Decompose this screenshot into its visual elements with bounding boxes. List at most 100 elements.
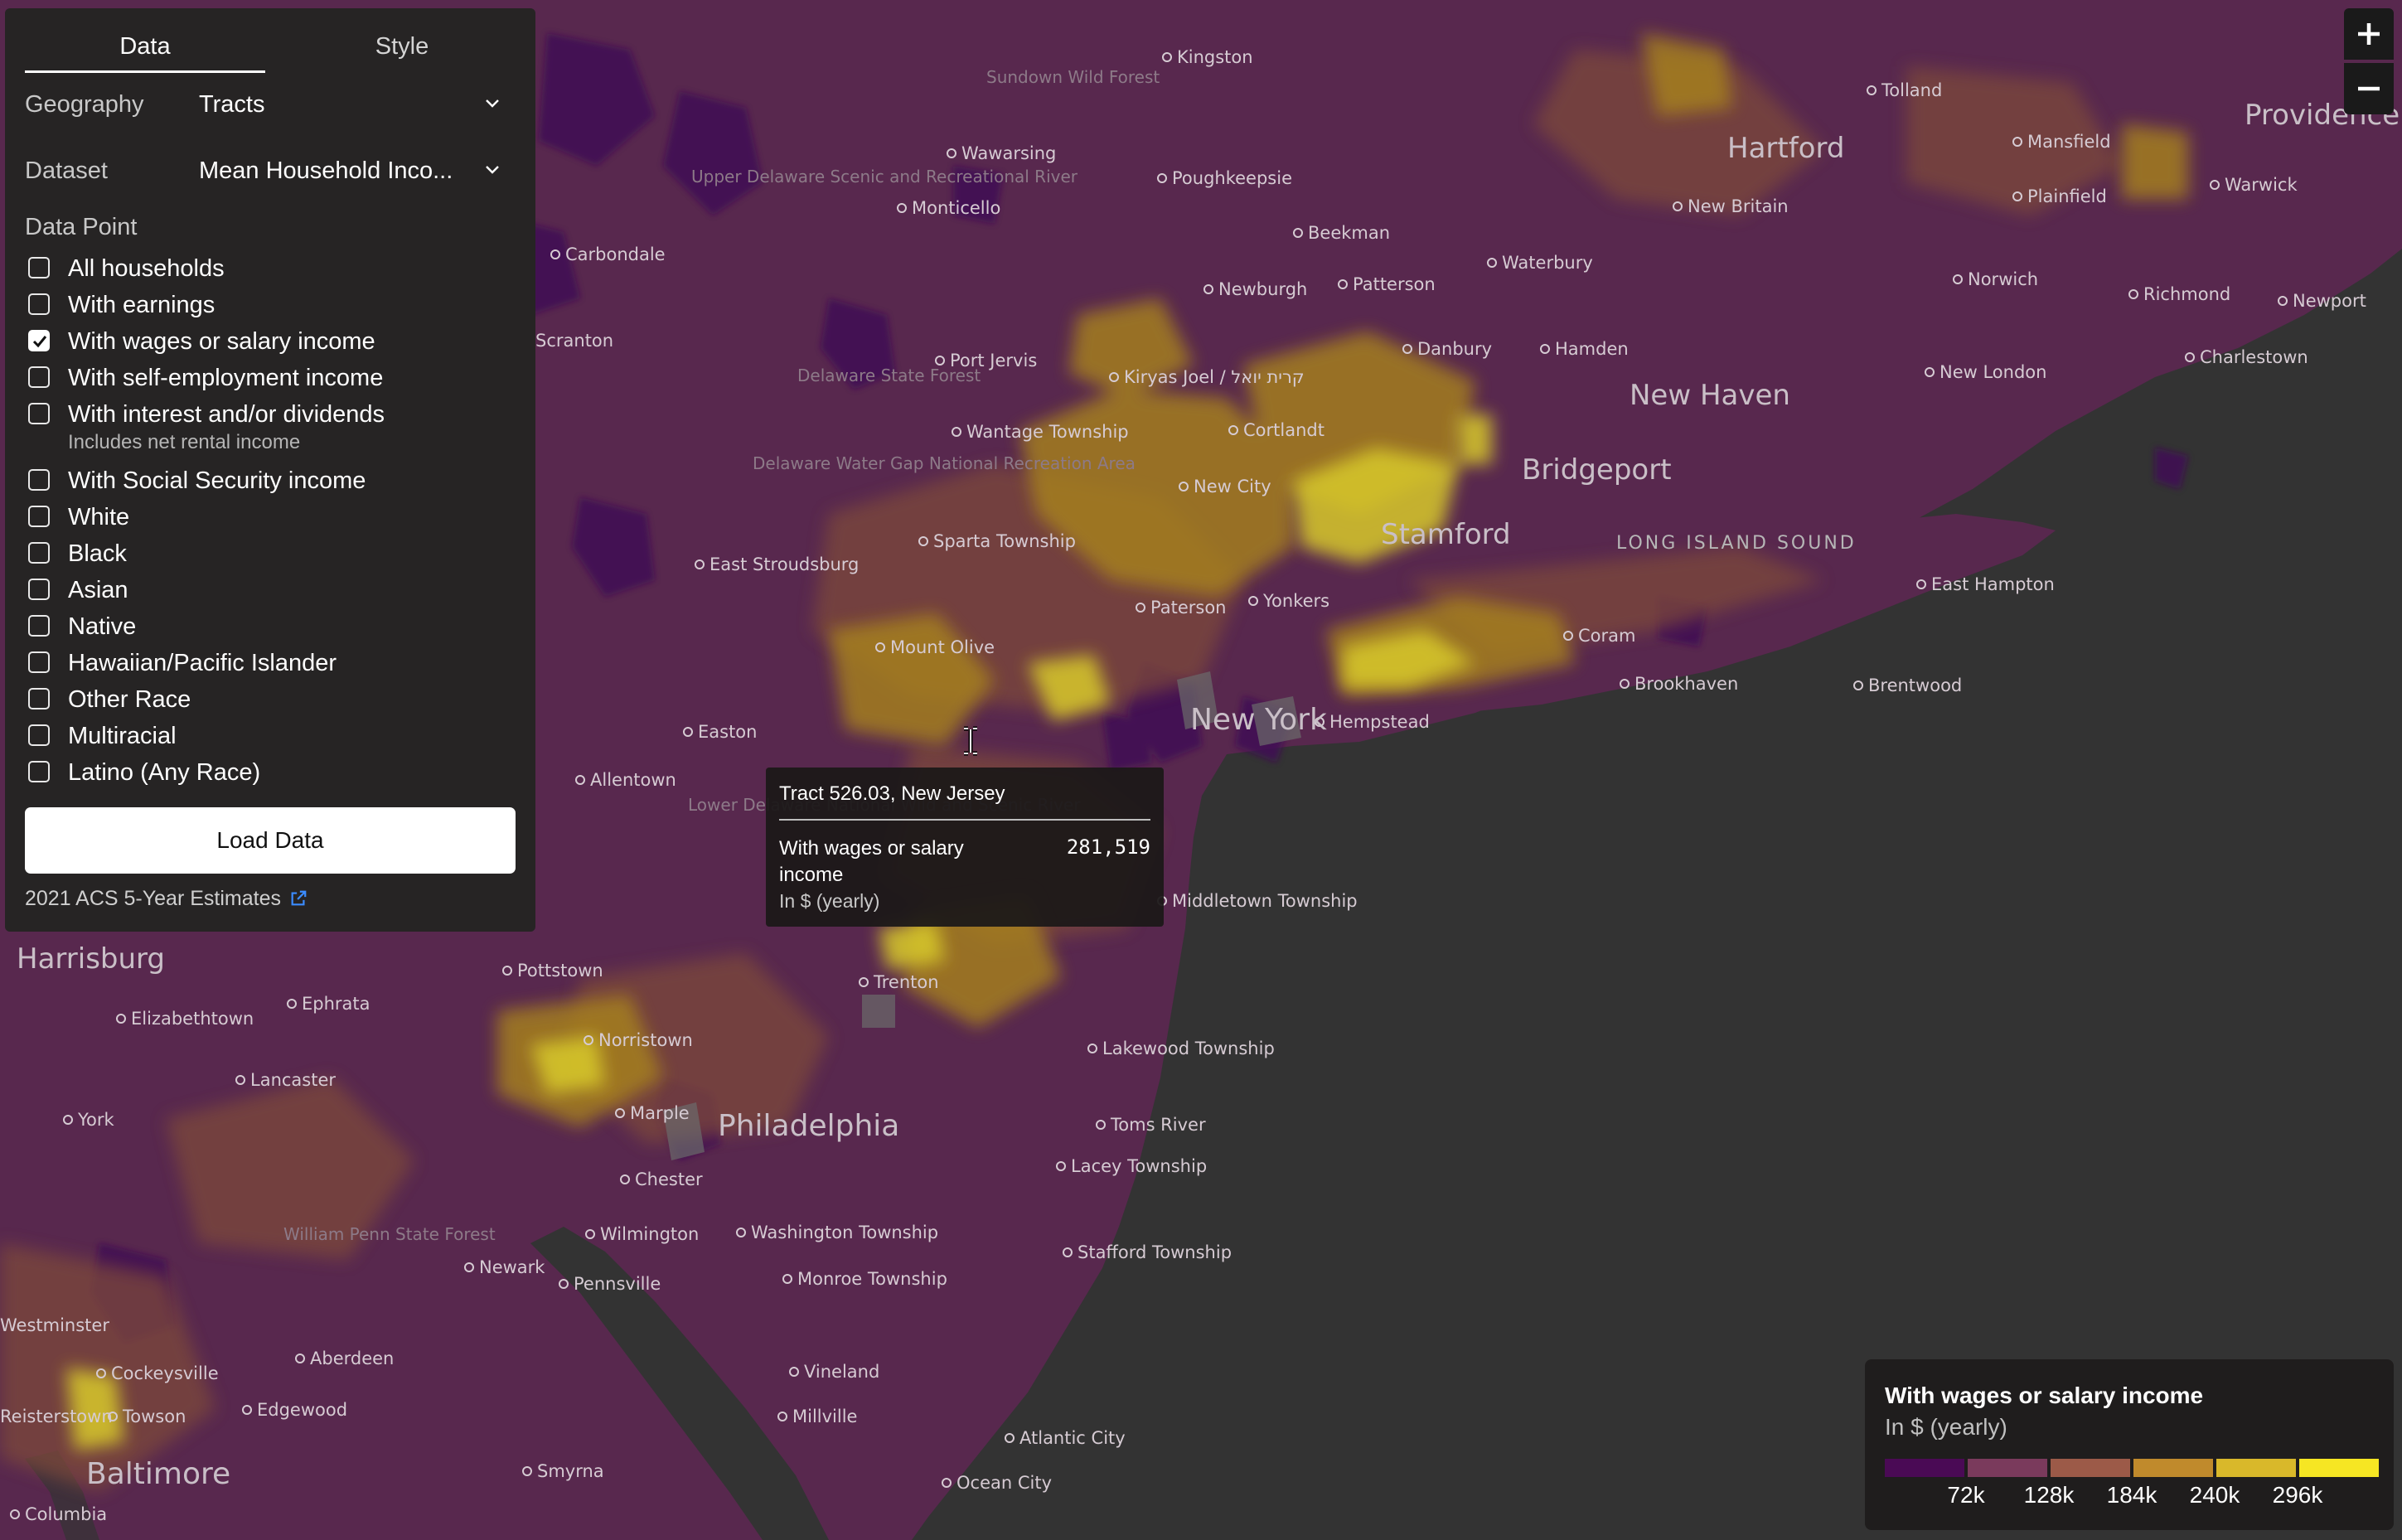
place-label: Pennsville [574, 1274, 661, 1294]
data-point-option-label: White [68, 504, 130, 530]
place-marker [1005, 1433, 1015, 1443]
place-label: Warwick [2225, 175, 2298, 195]
data-point-option-note: Includes net rental income [68, 431, 301, 453]
place-label: Lacey Township [1071, 1156, 1207, 1176]
place-label: Cortlandt [1243, 420, 1324, 440]
data-point-option[interactable]: Hawaiian/Pacific Islander [25, 648, 522, 681]
place-label: Yonkers [1262, 591, 1329, 611]
checkbox[interactable] [28, 366, 50, 388]
tab-data[interactable]: Data [25, 20, 265, 73]
data-point-option[interactable]: Multiracial [25, 721, 522, 754]
place-label: New Britain [1688, 196, 1789, 216]
checkbox[interactable] [28, 542, 50, 564]
data-point-option[interactable]: Other Race [25, 685, 522, 718]
place-label: Kingston [1177, 47, 1253, 67]
place-label: Chester [635, 1170, 703, 1189]
place-label: Richmond [2143, 284, 2230, 304]
tab-style[interactable]: Style [282, 20, 522, 73]
place-label: Sundown Wild Forest [986, 67, 1160, 87]
external-link-icon [291, 890, 307, 906]
checkbox[interactable] [28, 469, 50, 491]
zoom-out-button[interactable] [2344, 63, 2394, 114]
data-point-option[interactable]: With wages or salary income [25, 327, 522, 360]
checkbox[interactable] [28, 724, 50, 746]
tooltip-label: With wages or salary income [779, 837, 964, 886]
place-label: Newport [2293, 291, 2366, 311]
place-label: Patterson [1353, 274, 1436, 294]
checkbox[interactable] [28, 293, 50, 315]
chevron-down-icon [486, 166, 499, 174]
checkbox[interactable] [28, 761, 50, 782]
place-label: Carbondale [565, 245, 666, 264]
legend-tick: 296k [2272, 1482, 2323, 1508]
checkbox-checked[interactable] [28, 330, 50, 351]
checkbox[interactable] [28, 257, 50, 278]
place-label: Wilmington [600, 1224, 699, 1244]
checkbox[interactable] [28, 615, 50, 637]
data-point-option[interactable]: All households [25, 254, 522, 287]
checkbox[interactable] [28, 651, 50, 673]
place-label: Poughkeepsie [1172, 168, 1292, 188]
data-point-option[interactable]: With Social Security income [25, 466, 522, 499]
geography-label: Geography [25, 91, 144, 118]
place-label: Charlestown [2200, 347, 2308, 367]
checkbox[interactable] [28, 506, 50, 527]
data-point-option[interactable]: With earnings [25, 290, 522, 323]
place-label: Kiryas Joel / קרית יואל [1124, 367, 1305, 387]
data-point-option[interactable]: With interest and/or dividends [25, 400, 522, 433]
place-label: Delaware Water Gap National Recreation A… [753, 453, 1136, 473]
place-label: Monroe Township [797, 1269, 947, 1289]
tooltip-value: 281,519 [1066, 835, 1150, 859]
source-link[interactable]: 2021 ACS 5-Year Estimates [25, 887, 308, 911]
data-point-option[interactable]: Native [25, 612, 522, 645]
place-label: Sparta Township [933, 531, 1076, 551]
place-label: Elizabethtown [131, 1009, 254, 1029]
place-label: Millville [792, 1407, 857, 1426]
data-point-option-label: With wages or salary income [68, 328, 375, 355]
legend-tick: 240k [2189, 1482, 2240, 1508]
dataset-select[interactable]: Mean Household Inco... [199, 151, 507, 192]
place-label: William Penn State Forest [283, 1224, 496, 1244]
place-label: East Hampton [1931, 574, 2055, 594]
place-label: Easton [698, 722, 757, 742]
place-label: Newark [479, 1257, 545, 1277]
place-label: Edgewood [257, 1400, 347, 1420]
plus-icon [2358, 23, 2380, 45]
checkbox[interactable] [28, 579, 50, 600]
dataset-value: Mean Household Inco... [199, 157, 453, 184]
place-label: Cockeysville [111, 1363, 219, 1383]
place-label: Bridgeport [1522, 453, 1672, 487]
data-point-option[interactable]: Latino (Any Race) [25, 758, 522, 791]
zoom-in-button[interactable] [2344, 8, 2394, 60]
dataset-label: Dataset [25, 157, 108, 184]
data-point-option-label: Multiracial [68, 723, 177, 749]
chevron-down-icon [486, 99, 499, 108]
place-label: Harrisburg [17, 942, 165, 976]
place-label: Allentown [590, 770, 676, 790]
data-point-option-label: With self-employment income [68, 365, 384, 391]
load-data-button[interactable]: Load Data [25, 807, 516, 874]
place-label: Hempstead [1329, 712, 1430, 732]
data-point-option-label: Black [68, 540, 127, 567]
data-point-option[interactable]: With self-employment income [25, 363, 522, 396]
place-label: Scranton [535, 331, 613, 351]
place-label: New London [1940, 362, 2046, 382]
place-label: Toms River [1110, 1115, 1206, 1135]
checkbox[interactable] [28, 688, 50, 709]
tooltip-divider [779, 819, 1150, 821]
place-label: New City [1194, 477, 1271, 496]
data-point-option[interactable]: White [25, 502, 522, 535]
place-label: Danbury [1417, 339, 1492, 359]
place-label: Ocean City [956, 1473, 1052, 1493]
data-point-option[interactable]: Asian [25, 575, 522, 608]
place-label: Hamden [1555, 339, 1629, 359]
legend-swatch [1885, 1459, 1964, 1477]
place-marker [1853, 680, 1863, 690]
checkbox[interactable] [28, 403, 50, 424]
data-point-option[interactable]: Black [25, 539, 522, 572]
geography-select[interactable]: Tracts [199, 85, 507, 126]
place-label: Baltimore [86, 1457, 230, 1491]
data-point-option-label: Native [68, 613, 137, 640]
place-label: Reisterstown [0, 1407, 113, 1426]
place-label: Atlantic City [1019, 1428, 1126, 1448]
